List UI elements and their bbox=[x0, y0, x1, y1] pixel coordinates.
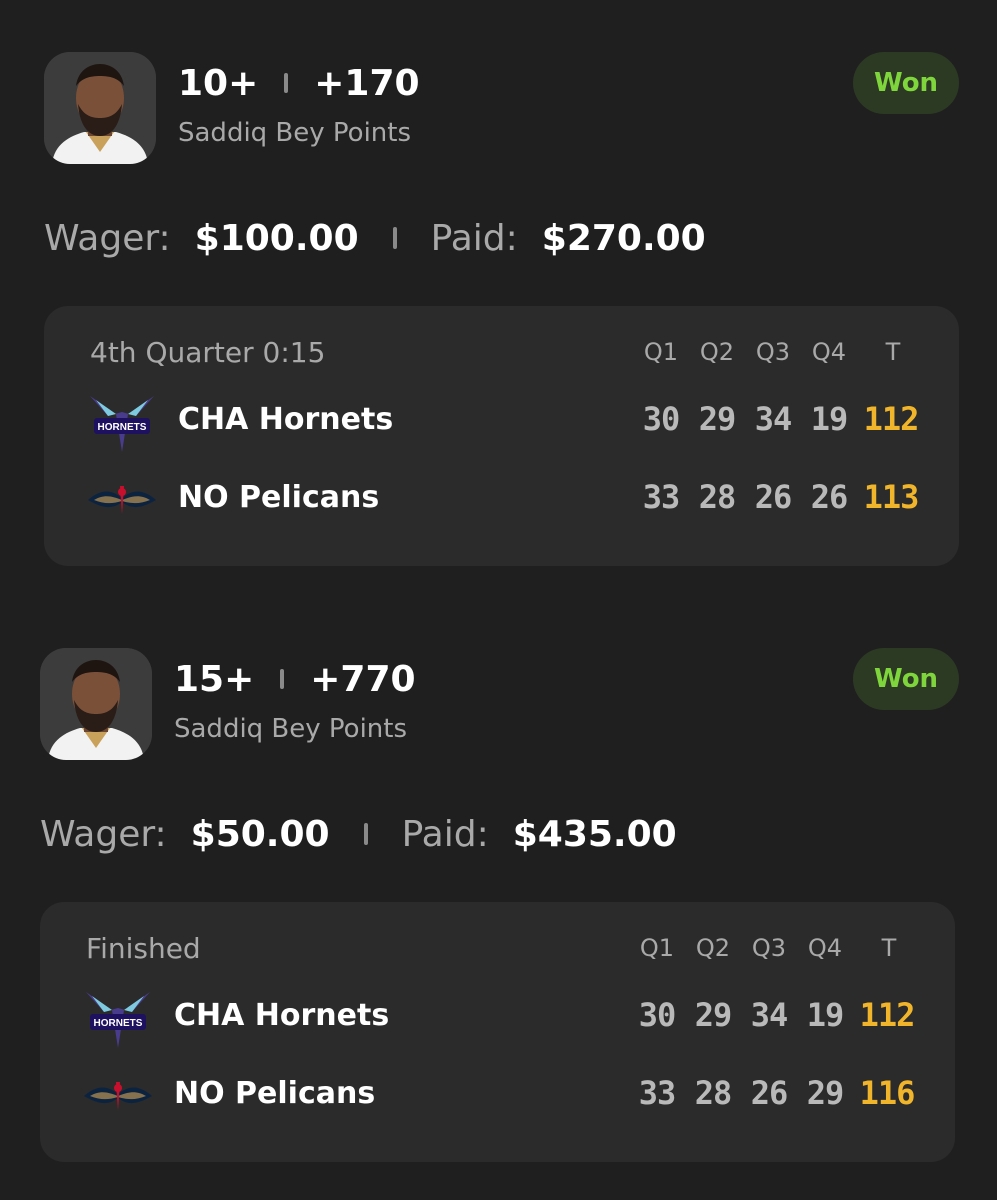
score-q3: 34 bbox=[754, 400, 793, 438]
team-name: NO Pelicans bbox=[174, 1076, 376, 1111]
game-status: 4th Quarter 0:15 bbox=[90, 336, 326, 369]
team-name: CHA Hornets bbox=[174, 998, 390, 1033]
col-header-q1: Q1 bbox=[643, 338, 679, 366]
score-q3: 34 bbox=[750, 996, 789, 1034]
col-header-total: T bbox=[885, 338, 901, 366]
score-q2: 29 bbox=[694, 996, 733, 1034]
bet-card-2[interactable]: 15+ +770 Saddiq Bey Points Won Wager: $5… bbox=[0, 596, 997, 1191]
team-row-hornets: HORNETS CHA Hornets 30 29 34 19 112 bbox=[44, 388, 959, 458]
score-total: 112 bbox=[859, 996, 916, 1034]
scoreboard[interactable]: Finished Q1 Q2 Q3 Q4 T HORNETS CHA Horne… bbox=[40, 902, 955, 1162]
game-status: Finished bbox=[86, 932, 201, 965]
result-badge: Won bbox=[853, 52, 959, 114]
score-total: 116 bbox=[859, 1074, 916, 1112]
hornets-logo: HORNETS bbox=[82, 988, 154, 1048]
bet-line: 15+ bbox=[174, 658, 255, 700]
wager-amount: $50.00 bbox=[190, 813, 330, 855]
score-q1: 30 bbox=[638, 996, 677, 1034]
col-header-q3: Q3 bbox=[755, 338, 791, 366]
bet-market: Saddiq Bey Points bbox=[178, 118, 412, 148]
col-header-q4: Q4 bbox=[811, 338, 847, 366]
svg-text:HORNETS: HORNETS bbox=[98, 422, 147, 433]
bet-card-1[interactable]: 10+ +170 Saddiq Bey Points Won Wager: $1… bbox=[0, 0, 997, 595]
bet-odds: +170 bbox=[314, 62, 420, 104]
score-total: 112 bbox=[863, 400, 920, 438]
bet-line: 10+ bbox=[178, 62, 259, 104]
hornets-logo: HORNETS bbox=[86, 392, 158, 452]
col-header-q3: Q3 bbox=[751, 934, 787, 962]
player-avatar bbox=[40, 648, 152, 760]
score-q1: 33 bbox=[638, 1074, 677, 1112]
divider bbox=[280, 669, 285, 689]
score-q1: 30 bbox=[642, 400, 681, 438]
score-q3: 26 bbox=[750, 1074, 789, 1112]
divider bbox=[284, 73, 289, 93]
paid-amount: $435.00 bbox=[512, 813, 677, 855]
score-total: 113 bbox=[863, 478, 920, 516]
col-header-q4: Q4 bbox=[807, 934, 843, 962]
score-q4: 26 bbox=[810, 478, 849, 516]
pelicans-logo bbox=[82, 1066, 154, 1126]
wager-label: Wager: bbox=[44, 217, 171, 259]
wager-amount: $100.00 bbox=[194, 217, 359, 259]
score-q1: 33 bbox=[642, 478, 681, 516]
score-q4: 19 bbox=[810, 400, 849, 438]
score-q4: 19 bbox=[806, 996, 845, 1034]
score-q2: 28 bbox=[694, 1074, 733, 1112]
scoreboard[interactable]: 4th Quarter 0:15 Q1 Q2 Q3 Q4 T HORNETS C… bbox=[44, 306, 959, 566]
player-avatar bbox=[44, 52, 156, 164]
wager-paid-row: Wager: $100.00 Paid: $270.00 bbox=[44, 210, 706, 266]
bet-headline: 10+ +170 bbox=[178, 58, 420, 108]
svg-text:HORNETS: HORNETS bbox=[94, 1018, 143, 1029]
pelicans-logo bbox=[86, 470, 158, 530]
bet-odds: +770 bbox=[310, 658, 416, 700]
bet-market: Saddiq Bey Points bbox=[174, 714, 408, 744]
col-header-q2: Q2 bbox=[699, 338, 735, 366]
wager-paid-row: Wager: $50.00 Paid: $435.00 bbox=[40, 806, 677, 862]
score-q2: 28 bbox=[698, 478, 737, 516]
team-name: NO Pelicans bbox=[178, 480, 380, 515]
team-name: CHA Hornets bbox=[178, 402, 394, 437]
score-q2: 29 bbox=[698, 400, 737, 438]
result-badge: Won bbox=[853, 648, 959, 710]
wager-label: Wager: bbox=[40, 813, 167, 855]
score-q4: 29 bbox=[806, 1074, 845, 1112]
divider bbox=[392, 227, 397, 249]
team-row-hornets: HORNETS CHA Hornets 30 29 34 19 112 bbox=[40, 984, 955, 1054]
col-header-q2: Q2 bbox=[695, 934, 731, 962]
divider bbox=[363, 823, 368, 845]
col-header-total: T bbox=[881, 934, 897, 962]
paid-label: Paid: bbox=[401, 813, 489, 855]
col-header-q1: Q1 bbox=[639, 934, 675, 962]
bet-headline: 15+ +770 bbox=[174, 654, 416, 704]
paid-amount: $270.00 bbox=[541, 217, 706, 259]
team-row-pelicans: NO Pelicans 33 28 26 26 113 bbox=[44, 466, 959, 536]
score-q3: 26 bbox=[754, 478, 793, 516]
paid-label: Paid: bbox=[430, 217, 518, 259]
team-row-pelicans: NO Pelicans 33 28 26 29 116 bbox=[40, 1062, 955, 1132]
